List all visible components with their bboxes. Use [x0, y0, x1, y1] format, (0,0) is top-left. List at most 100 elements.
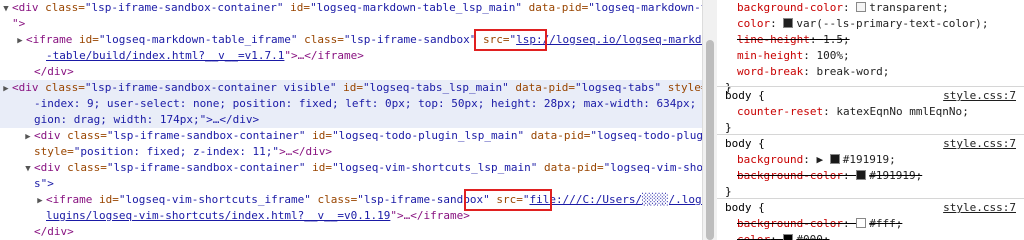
collapse-triangle-icon[interactable]: ▶ [14, 33, 26, 49]
dom-line[interactable]: ▶ <iframe id="logseq-markdown-table_ifram… [14, 32, 702, 48]
source-link[interactable]: style.css:7 [943, 88, 1016, 104]
attr-value: "lsp-iframe-sandbox-container" [84, 1, 284, 14]
tag-open: <iframe [26, 33, 79, 46]
iframe-src-link[interactable]: lugins/logseq-vim-shortcuts/index.html?_… [46, 209, 390, 222]
attr-name: data-pid= [521, 1, 589, 14]
attr-name: id= [305, 161, 333, 174]
attr-value: s"> [34, 177, 54, 190]
color-swatch-icon[interactable] [783, 18, 794, 28]
expand-triangle-icon[interactable]: ▶ [816, 153, 829, 166]
prop-value: break-word [816, 65, 883, 78]
expand-triangle-icon[interactable]: ▼ [0, 1, 12, 17]
prop-name: background-color [737, 169, 843, 182]
style-property[interactable]: background: ▶ #191919; [737, 152, 1024, 168]
tag-close: </div> [34, 225, 74, 238]
dom-line-selected[interactable]: gion: drag; width: 174px;">…</div> [0, 112, 702, 128]
attr-value: "position: fixed; z-index: 11;" [73, 145, 280, 158]
rule-divider [717, 134, 1024, 135]
tag-open: <iframe [46, 193, 99, 206]
style-property[interactable]: background-color: transparent; [737, 0, 1024, 16]
collapse-triangle-icon[interactable]: ▶ [34, 193, 46, 209]
tag-end: ">…</iframe> [284, 49, 364, 62]
style-property[interactable]: word-break: break-word; [737, 64, 1024, 80]
prop-name: counter-reset [737, 105, 824, 118]
attr-name: data-pid= [524, 129, 591, 142]
iframe-src-link[interactable]: file:///C:/Users/░░░░/.logseq/p [529, 193, 702, 206]
attr-name: class= [45, 1, 85, 14]
attr-value: "logseq-vim-shortcut [603, 161, 702, 174]
source-link[interactable]: style.css:7 [943, 136, 1016, 152]
iframe-src-link[interactable]: -table/build/index.html?__v__=v1.7.1 [46, 49, 284, 62]
prop-value: #000 [796, 233, 823, 240]
attr-name: id= [305, 129, 333, 142]
prop-value: #191919 [869, 169, 916, 182]
prop-name: line-height [737, 33, 810, 46]
prop-value: transparent [869, 1, 943, 14]
attr-name: data-pid= [508, 81, 575, 94]
collapse-triangle-icon[interactable]: ▶ [22, 129, 34, 145]
prop-name: min-height [737, 49, 804, 62]
attr-name: class= [45, 81, 85, 94]
attr-value: "logseq-vim-shortcuts_lsp_main" [332, 161, 538, 174]
style-property-overridden[interactable]: color: #000; [737, 232, 1024, 240]
iframe-src-link[interactable]: lsp://logseq.io/logseq-markdown [516, 33, 702, 46]
dom-line[interactable]: s"> [34, 176, 702, 192]
scrollbar-thumb[interactable] [706, 40, 714, 240]
dom-line[interactable]: </div> [34, 64, 702, 80]
prop-name: background [737, 153, 804, 166]
style-property[interactable]: min-height: 100%; [737, 48, 1024, 64]
rule-divider [717, 198, 1024, 199]
dom-line-selected[interactable]: ▶ <div class="lsp-iframe-sandbox-containe… [0, 80, 702, 96]
attr-value: "lsp-iframe-sandbox-container visible" [84, 81, 337, 94]
prop-value: katexEqnNo mmlEqnNo [836, 105, 963, 118]
attr-value: "lsp-iframe-sandbox" [357, 193, 490, 206]
style-property[interactable]: color: var(--ls-primary-text-color); [737, 16, 1024, 32]
attr-name: id= [98, 193, 119, 206]
style-property[interactable]: counter-reset: katexEqnNo mmlEqnNo; [737, 104, 1024, 120]
prop-value: var(--ls-primary-text-color) [796, 17, 982, 30]
color-swatch-icon[interactable] [856, 170, 867, 180]
attr-value: gion: drag; width: 174px;">…</div> [34, 113, 260, 126]
attr-name: id= [283, 1, 311, 14]
tag-open: <div [12, 1, 46, 14]
color-swatch-icon[interactable] [856, 2, 867, 12]
style-property-overridden[interactable]: line-height: 1.5; [737, 32, 1024, 48]
dom-line[interactable]: "> [12, 16, 702, 32]
tag-open: <div [34, 161, 68, 174]
tag-end: ">…</iframe> [390, 209, 470, 222]
attr-value: "logseq-vim-shortcuts_iframe" [118, 193, 311, 206]
dom-line[interactable]: lugins/logseq-vim-shortcuts/index.html?_… [46, 208, 702, 224]
dom-line[interactable]: ▼ <div class="lsp-iframe-sandbox-containe… [22, 160, 702, 176]
attr-name: class= [67, 129, 107, 142]
elements-panel: ▼ <div class="lsp-iframe-sandbox-containe… [0, 0, 702, 240]
prop-name: background-color [737, 1, 843, 14]
prop-value: #191919 [842, 153, 890, 166]
dom-line[interactable]: ▶ <iframe id="logseq-vim-shortcuts_iframe… [34, 192, 702, 208]
attr-name: data-pid= [537, 161, 604, 174]
dom-line[interactable]: style="position: fixed; z-index: 11;">…<… [34, 144, 702, 160]
color-swatch-icon[interactable] [856, 218, 867, 228]
attr-name: class= [297, 33, 344, 46]
style-property-overridden[interactable]: background-color: #fff; [737, 216, 1024, 232]
dom-line[interactable]: ▶ <div class="lsp-iframe-sandbox-containe… [22, 128, 702, 144]
style-property-overridden[interactable]: background-color: #191919; [737, 168, 1024, 184]
expand-triangle-icon[interactable]: ▼ [22, 161, 34, 177]
attr-name: style= [34, 145, 74, 158]
attr-value: "logseq-markdown-table_lsp_main" [310, 1, 522, 14]
elements-scrollbar[interactable] [702, 0, 717, 240]
color-swatch-icon[interactable] [829, 154, 840, 164]
attr-name: id= [78, 33, 99, 46]
dom-line[interactable]: ▼ <div class="lsp-iframe-sandbox-containe… [0, 0, 702, 16]
source-link[interactable]: style.css:7 [943, 200, 1016, 216]
attr-name: src= [476, 33, 510, 46]
attr-name: src= [489, 193, 523, 206]
dom-line[interactable]: </div> [34, 224, 702, 240]
attr-value: "logseq-todo-plugin_lsp_main" [332, 129, 525, 142]
dom-line-selected[interactable]: -index: 9; user-select: none; position: … [0, 96, 702, 112]
attr-value: "logseq-markdown-table_iframe" [98, 33, 298, 46]
attr-value: -index: 9; user-select: none; position: … [34, 97, 702, 110]
dom-line[interactable]: -table/build/index.html?__v__=v1.7.1">…<… [46, 48, 702, 64]
color-swatch-icon[interactable] [783, 234, 794, 240]
styles-panel: background-color: transparent; color: va… [717, 0, 1024, 240]
collapse-triangle-icon[interactable]: ▶ [0, 81, 12, 97]
